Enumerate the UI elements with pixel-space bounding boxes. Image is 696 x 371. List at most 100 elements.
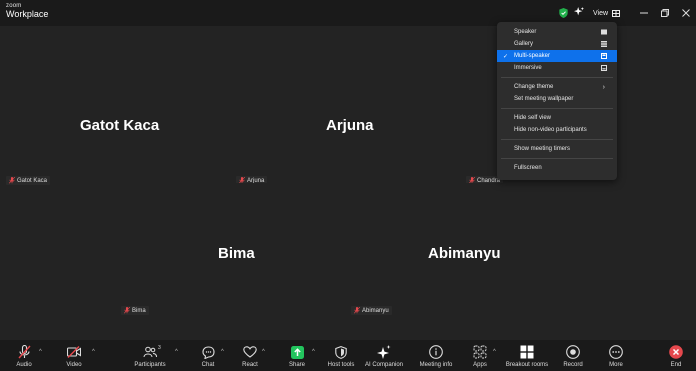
multi-speaker-layout-icon [601, 53, 607, 59]
tile-name: Bima [218, 245, 255, 262]
speaker-layout-icon [601, 29, 607, 35]
tile-name: Gatot Kaca [80, 117, 160, 134]
participants-options-caret-icon[interactable]: ^ [175, 349, 178, 355]
chat-label: Chat [201, 362, 215, 368]
host-tools-button[interactable]: Host tools [326, 340, 356, 371]
app-logo: zoom Workplace [6, 3, 48, 19]
menu-item-label: Fullscreen [514, 165, 542, 171]
participants-icon [143, 345, 157, 359]
mic-off-icon [9, 177, 15, 184]
record-button[interactable]: Record [560, 340, 586, 371]
menu-item-show-timers[interactable]: Show meeting timers [497, 143, 617, 155]
brand-main: Workplace [6, 9, 49, 19]
share-button[interactable]: Share [286, 340, 308, 371]
meeting-info-button[interactable]: Meeting info [416, 340, 456, 371]
breakout-rooms-button[interactable]: Breakout rooms [504, 340, 550, 371]
view-menu: Speaker Gallery ✓ Multi-speaker Immersiv… [497, 22, 617, 180]
more-dots-icon [609, 345, 623, 359]
menu-divider [501, 77, 613, 78]
ai-sparkle-icon[interactable] [574, 7, 584, 17]
minimize-icon[interactable] [637, 6, 651, 20]
end-button[interactable]: End [664, 340, 688, 371]
record-label: Record [563, 362, 583, 368]
chat-options-caret-icon[interactable]: ^ [221, 349, 224, 355]
menu-item-set-wallpaper[interactable]: Set meeting wallpaper [497, 93, 617, 105]
menu-item-immersive[interactable]: Immersive [497, 62, 617, 74]
apps-label: Apps [473, 362, 487, 368]
participant-label-text: Bima [132, 307, 146, 314]
menu-item-label: Hide self view [514, 115, 552, 121]
menu-item-gallery[interactable]: Gallery [497, 38, 617, 50]
end-label: End [670, 362, 682, 368]
participants-count: 3 [158, 345, 161, 351]
shield-icon [334, 345, 348, 359]
video-button[interactable]: Video [62, 340, 86, 371]
view-layout-icon [612, 9, 621, 17]
audio-options-caret-icon[interactable]: ^ [39, 349, 42, 355]
menu-item-label: Change theme [514, 84, 554, 90]
video-tile-abimanyu[interactable]: Abimanyu [348, 183, 581, 340]
participant-label-text: Gatot Kaca [17, 177, 48, 184]
participants-button[interactable]: Participants [130, 340, 170, 371]
menu-item-hide-self-view[interactable]: Hide self view [497, 112, 617, 124]
menu-item-label: Gallery [514, 41, 534, 47]
menu-item-fullscreen[interactable]: Fullscreen [497, 162, 617, 174]
tile-name: Arjuna [326, 117, 374, 134]
tile-name: Abimanyu [428, 245, 501, 262]
mic-off-icon [17, 345, 31, 359]
immersive-layout-icon [601, 65, 607, 71]
menu-divider [501, 139, 613, 140]
breakout-rooms-label: Breakout rooms [505, 362, 549, 368]
restore-icon[interactable] [658, 6, 672, 20]
share-label: Share [288, 362, 305, 368]
menu-item-change-theme[interactable]: Change theme › [497, 81, 617, 93]
menu-item-speaker[interactable]: Speaker [497, 26, 617, 38]
video-label: Video [66, 362, 82, 368]
apps-options-caret-icon[interactable]: ^ [493, 349, 496, 355]
video-tile-arjuna[interactable]: Arjuna [232, 26, 464, 183]
menu-item-label: Hide non-video participants [514, 127, 587, 133]
video-options-caret-icon[interactable]: ^ [92, 349, 95, 355]
close-icon[interactable] [679, 6, 693, 20]
participant-label: Abimanyu [351, 306, 392, 315]
share-screen-icon [290, 345, 304, 359]
react-label: React [242, 362, 258, 368]
menu-item-label: Immersive [514, 65, 542, 71]
video-tile-bima[interactable]: Bima [115, 183, 348, 340]
apps-icon [473, 345, 487, 359]
participant-label-text: Abimanyu [362, 307, 389, 314]
chat-icon [201, 345, 215, 359]
meeting-toolbar: Audio ^ Video ^ Participants 3 ^ Chat ^ … [0, 340, 696, 371]
record-icon [566, 345, 580, 359]
more-label: More [609, 362, 623, 368]
more-button[interactable]: More [604, 340, 628, 371]
menu-divider [501, 158, 613, 159]
ai-companion-button[interactable]: AI Companion [364, 340, 404, 371]
view-label: View [593, 9, 609, 17]
participant-label: Bima [121, 306, 149, 315]
ai-companion-label: AI Companion [364, 362, 404, 368]
audio-label: Audio [16, 362, 32, 368]
menu-item-multi-speaker[interactable]: ✓ Multi-speaker [497, 50, 617, 62]
checkmark-icon: ✓ [503, 53, 509, 60]
audio-button[interactable]: Audio [12, 340, 36, 371]
end-call-icon [669, 345, 683, 359]
security-shield-icon[interactable] [559, 8, 568, 18]
menu-item-label: Multi-speaker [514, 53, 551, 59]
menu-item-label: Set meeting wallpaper [514, 96, 574, 102]
video-tile-gatot-kaca[interactable]: Gatot Kaca [0, 26, 232, 183]
gallery-layout-icon [601, 41, 607, 47]
react-button[interactable]: React [238, 340, 262, 371]
menu-item-label: Speaker [514, 29, 537, 35]
menu-item-label: Show meeting timers [514, 146, 571, 152]
share-options-caret-icon[interactable]: ^ [312, 349, 315, 355]
menu-item-hide-non-video[interactable]: Hide non-video participants [497, 124, 617, 136]
video-off-icon [67, 345, 81, 359]
info-icon [429, 345, 443, 359]
chat-button[interactable]: Chat [198, 340, 218, 371]
chevron-right-icon: › [602, 83, 605, 91]
react-options-caret-icon[interactable]: ^ [262, 349, 265, 355]
view-button[interactable]: View [589, 6, 624, 20]
mic-off-icon [354, 307, 360, 314]
apps-button[interactable]: Apps [468, 340, 492, 371]
